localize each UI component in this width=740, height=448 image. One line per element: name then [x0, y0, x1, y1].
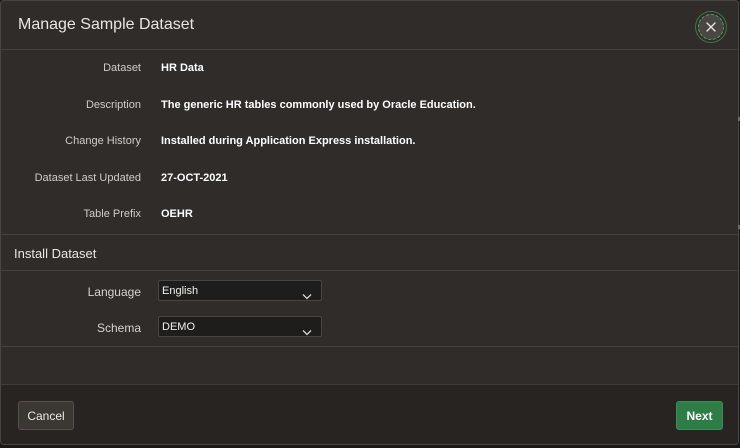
schema-select[interactable]: DEMO	[158, 316, 322, 337]
cancel-button[interactable]: Cancel	[18, 401, 74, 430]
table-prefix-label: Table Prefix	[83, 208, 141, 220]
next-button[interactable]: Next	[676, 401, 723, 430]
section-divider	[1, 234, 738, 235]
info-row-change-history: Change History Installed during Applicat…	[1, 125, 738, 161]
info-row-last-updated: Dataset Last Updated 27-OCT-2021	[1, 162, 738, 198]
info-row-table-prefix: Table Prefix OEHR	[1, 198, 738, 234]
dialog-footer: Cancel Next	[1, 384, 738, 444]
description-value: The generic HR tables commonly used by O…	[161, 99, 476, 111]
section-divider	[1, 346, 738, 347]
dataset-value: HR Data	[161, 62, 204, 74]
info-row-dataset: Dataset HR Data	[1, 52, 738, 88]
language-selected-value: English	[162, 285, 199, 297]
section-divider	[1, 270, 738, 271]
chevron-down-icon	[302, 287, 312, 305]
dialog-titlebar: Manage Sample Dataset	[1, 1, 738, 50]
last-updated-label: Dataset Last Updated	[34, 172, 141, 184]
close-icon	[705, 21, 717, 33]
chevron-down-icon	[302, 323, 312, 341]
change-history-label: Change History	[65, 135, 141, 147]
dataset-label: Dataset	[103, 62, 141, 74]
language-select[interactable]: English	[158, 280, 322, 301]
info-row-description: Description The generic HR tables common…	[1, 89, 738, 125]
dialog-title: Manage Sample Dataset	[18, 16, 195, 33]
install-dataset-heading: Install Dataset	[14, 246, 97, 261]
manage-sample-dataset-dialog: Manage Sample Dataset Dataset HR Data De…	[0, 0, 739, 445]
last-updated-value: 27-OCT-2021	[161, 172, 228, 184]
description-label: Description	[85, 99, 141, 111]
close-button[interactable]	[698, 14, 724, 40]
schema-label: Schema	[96, 321, 141, 335]
table-prefix-value: OEHR	[161, 208, 193, 220]
language-label: Language	[87, 285, 141, 299]
change-history-value: Installed during Application Express ins…	[161, 135, 416, 147]
schema-selected-value: DEMO	[162, 321, 195, 333]
